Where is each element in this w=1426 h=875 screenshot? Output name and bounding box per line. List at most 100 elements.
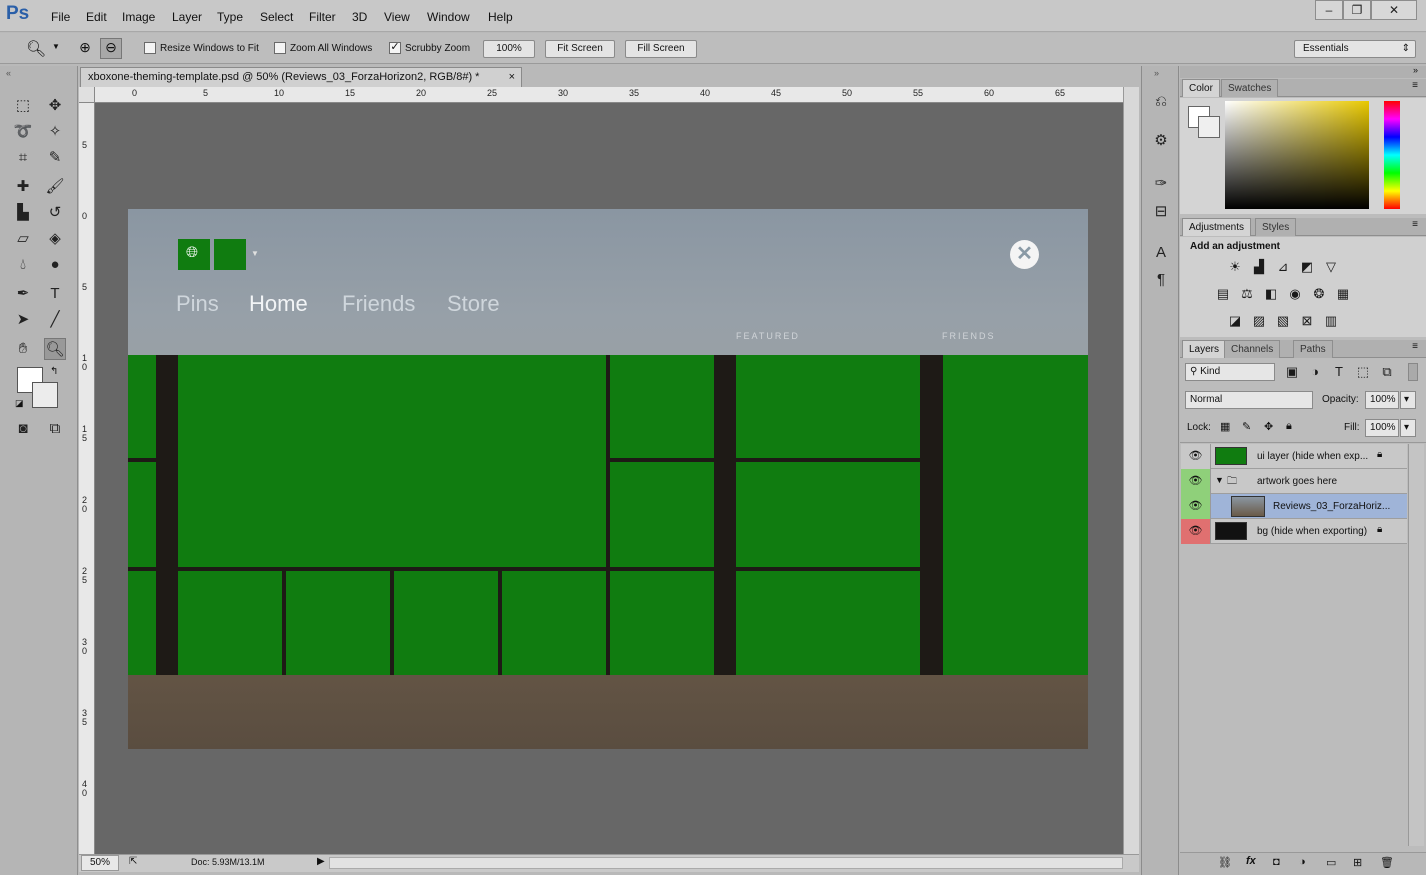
character-panel-icon[interactable]: A [1150, 242, 1172, 264]
tab-color[interactable]: Color [1182, 79, 1220, 97]
document-canvas[interactable]: 🌐︎ ▼ ✕ Pins Home Friends Store FEATURED … [128, 209, 1088, 749]
line-tool-icon[interactable]: ╱ [44, 309, 66, 331]
zoom-out-icon[interactable]: ⊖ [100, 38, 122, 59]
crop-tool-icon[interactable]: ⌗ [12, 147, 34, 169]
history-panel-icon[interactable]: ⎌ [1150, 91, 1172, 113]
menu-file[interactable]: File [51, 10, 70, 24]
marquee-tool-icon[interactable]: ⬚ [12, 95, 34, 117]
menu-type[interactable]: Type [217, 10, 243, 24]
gradient-map-icon[interactable]: ▥ [1322, 312, 1340, 330]
fx-icon[interactable]: fx [1246, 855, 1256, 867]
type-tool-icon[interactable]: T [44, 283, 66, 305]
pixel-filter-icon[interactable]: ▣ [1283, 363, 1301, 381]
threshold-icon[interactable]: ▧ [1274, 312, 1292, 330]
visibility-eye-icon[interactable]: 👁 [1181, 494, 1211, 519]
invert-icon[interactable]: ◪ [1226, 312, 1244, 330]
tab-channels[interactable]: Channels [1224, 340, 1281, 358]
move-tool-icon[interactable]: ✥ [44, 95, 66, 117]
expand-icon[interactable]: » [1154, 68, 1159, 78]
horizontal-scrollbar[interactable] [329, 857, 1123, 869]
layer-row-reviews[interactable]: 👁 Reviews_03_ForzaHoriz... [1181, 494, 1407, 519]
workspace-select[interactable]: Essentials ⇕ [1294, 40, 1416, 58]
play-arrow-icon[interactable]: ▶ [317, 856, 325, 867]
menu-3d[interactable]: 3D [352, 10, 367, 24]
default-colors-icon[interactable]: ◪ [15, 398, 24, 409]
eraser-tool-icon[interactable]: ▱ [12, 228, 34, 250]
menu-help[interactable]: Help [488, 10, 513, 24]
menu-select[interactable]: Select [260, 10, 293, 24]
hand-tool-icon[interactable]: ✋︎ [12, 338, 34, 360]
shape-filter-icon[interactable]: ⬚ [1354, 363, 1372, 381]
fill-dropdown[interactable]: ▾ [1400, 419, 1416, 437]
tab-styles[interactable]: Styles [1255, 218, 1297, 236]
zoom-in-icon[interactable]: ⊕ [74, 39, 96, 59]
color-field[interactable] [1225, 101, 1369, 209]
close-tab-icon[interactable]: × [509, 68, 515, 86]
lock-all-icon[interactable]: 🔒︎ [1286, 420, 1292, 433]
layer-row-ui[interactable]: 👁 ui layer (hide when exp... 🔒︎ [1181, 444, 1407, 469]
lock-transparent-icon[interactable]: ▦ [1220, 420, 1230, 433]
mask-icon[interactable]: ◘ [1273, 856, 1280, 868]
filter-toggle[interactable] [1408, 363, 1418, 381]
properties-panel-icon[interactable]: ⚙ [1150, 130, 1172, 152]
zoom-all-checkbox[interactable] [274, 42, 286, 54]
menu-view[interactable]: View [384, 10, 410, 24]
menu-image[interactable]: Image [122, 10, 155, 24]
type-filter-icon[interactable]: T [1330, 363, 1348, 381]
panel-menu-icon[interactable]: ≡ [1412, 80, 1418, 91]
fill-input[interactable]: 100% [1365, 419, 1399, 437]
menu-layer[interactable]: Layer [172, 10, 202, 24]
vertical-scrollbar[interactable] [1123, 87, 1139, 854]
tab-layers[interactable]: Layers [1182, 340, 1227, 358]
magic-wand-icon[interactable]: ✧ [44, 121, 66, 143]
eyedropper-icon[interactable]: ✎ [44, 147, 66, 169]
black-white-icon[interactable]: ◧ [1262, 285, 1280, 303]
lock-image-icon[interactable]: ✎ [1242, 420, 1251, 433]
zoom-tool-icon[interactable]: 🔍︎ [26, 39, 46, 59]
maximize-button[interactable]: ❐ [1343, 0, 1371, 20]
chevron-down-icon[interactable]: ▼ [52, 42, 60, 51]
folder-icon[interactable]: ▭ [1326, 856, 1336, 869]
color-balance-icon[interactable]: ⚖ [1238, 285, 1256, 303]
ruler-origin[interactable] [79, 87, 95, 103]
resize-windows-checkbox[interactable] [144, 42, 156, 54]
scrubby-zoom-checkbox[interactable]: ✓ [389, 42, 401, 54]
path-select-icon[interactable]: ➤ [12, 309, 34, 331]
swap-colors-icon[interactable]: ↰ [50, 366, 58, 377]
color-lookup-icon[interactable]: ▦ [1334, 285, 1352, 303]
brightness-icon[interactable]: ☀ [1226, 258, 1244, 276]
blend-mode-select[interactable]: Normal [1185, 391, 1313, 409]
paint-bucket-icon[interactable]: ◈ [44, 228, 66, 250]
kind-filter-select[interactable]: ⚲ Kind [1185, 363, 1275, 381]
new-layer-icon[interactable]: ⊞ [1353, 856, 1362, 869]
lasso-tool-icon[interactable]: ➰ [12, 121, 34, 143]
layer-row-bg[interactable]: 👁 bg (hide when exporting) 🔒︎ [1181, 519, 1407, 544]
panel-menu-icon[interactable]: ≡ [1412, 219, 1418, 230]
dodge-tool-icon[interactable]: ● [44, 254, 66, 276]
brush-presets-icon[interactable]: ⊟ [1150, 201, 1172, 223]
curves-icon[interactable]: ⊿ [1274, 258, 1292, 276]
smart-object-filter-icon[interactable]: ⧉ [1378, 363, 1396, 381]
layers-scrollbar[interactable] [1408, 444, 1424, 846]
background-swatch[interactable] [1198, 116, 1220, 138]
tab-adjustments[interactable]: Adjustments [1182, 218, 1252, 236]
visibility-eye-icon[interactable]: 👁 [1181, 469, 1211, 494]
stamp-tool-icon[interactable]: ▙ [12, 202, 34, 224]
document-tab[interactable]: xboxone-theming-template.psd @ 50% (Revi… [80, 67, 522, 87]
opacity-dropdown[interactable]: ▾ [1400, 391, 1416, 409]
photo-filter-icon[interactable]: ◉ [1286, 285, 1304, 303]
tab-paths[interactable]: Paths [1293, 340, 1333, 358]
tab-swatches[interactable]: Swatches [1221, 79, 1279, 97]
vibrance-icon[interactable]: ▽ [1322, 258, 1340, 276]
visibility-eye-icon[interactable]: 👁 [1181, 444, 1211, 469]
menu-edit[interactable]: Edit [86, 10, 107, 24]
posterize-icon[interactable]: ▨ [1250, 312, 1268, 330]
history-brush-icon[interactable]: ↺ [44, 202, 66, 224]
opacity-input[interactable]: 100% [1365, 391, 1399, 409]
hue-saturation-icon[interactable]: ▤ [1214, 285, 1232, 303]
minimize-button[interactable]: – [1315, 0, 1343, 20]
brush-panel-icon[interactable]: ✑ [1150, 173, 1172, 195]
exposure-icon[interactable]: ◩ [1298, 258, 1316, 276]
link-layers-icon[interactable]: ⛓ [1218, 856, 1232, 869]
background-color-swatch[interactable] [32, 382, 58, 408]
